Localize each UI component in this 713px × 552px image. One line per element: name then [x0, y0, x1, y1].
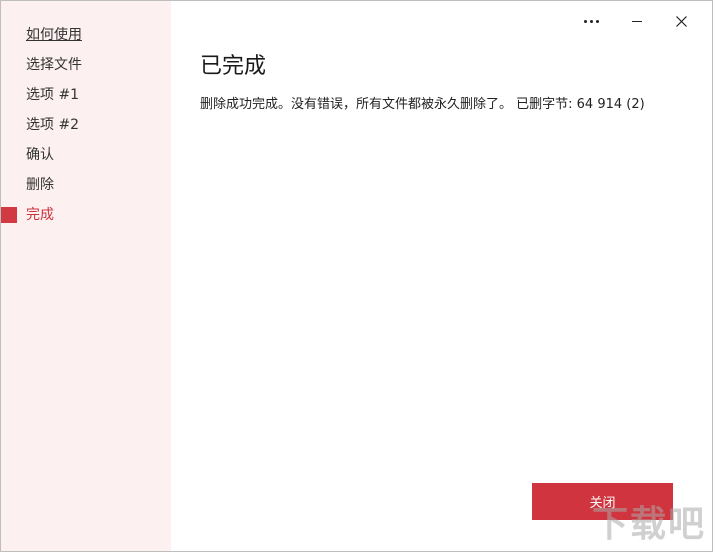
sidebar-item-label: 选择文件	[26, 57, 82, 73]
sidebar-item-options-1[interactable]: 选项 #1	[1, 80, 171, 110]
sidebar-item-label: 选项 #1	[26, 87, 80, 103]
close-button[interactable]: 关闭	[532, 483, 673, 520]
sidebar-item-how-to-use[interactable]: 如何使用	[1, 20, 171, 50]
sidebar-item-select-files[interactable]: 选择文件	[1, 50, 171, 80]
completion-message: 删除成功完成。没有错误，所有文件都被永久删除了。 已删字节: 64 914 (2…	[200, 97, 645, 112]
sidebar-item-confirm[interactable]: 确认	[1, 140, 171, 170]
sidebar: 如何使用 选择文件 选项 #1 选项 #2 确认 删除 完成	[1, 1, 171, 551]
sidebar-item-label: 如何使用	[26, 27, 82, 43]
sidebar-item-options-2[interactable]: 选项 #2	[1, 110, 171, 140]
active-step-marker	[1, 207, 17, 223]
sidebar-item-label: 选项 #2	[26, 117, 80, 133]
main-content: 已完成 删除成功完成。没有错误，所有文件都被永久删除了。 已删字节: 64 91…	[171, 1, 712, 551]
app-window: 如何使用 选择文件 选项 #1 选项 #2 确认 删除 完成 已完成 删除成功完…	[0, 0, 713, 552]
sidebar-item-delete[interactable]: 删除	[1, 170, 171, 200]
sidebar-nav: 如何使用 选择文件 选项 #1 选项 #2 确认 删除 完成	[1, 1, 171, 230]
sidebar-item-label: 确认	[26, 147, 54, 163]
sidebar-item-label: 删除	[26, 177, 54, 193]
sidebar-item-label: 完成	[26, 207, 54, 223]
sidebar-item-done[interactable]: 完成	[1, 200, 171, 230]
page-title: 已完成	[200, 54, 267, 79]
